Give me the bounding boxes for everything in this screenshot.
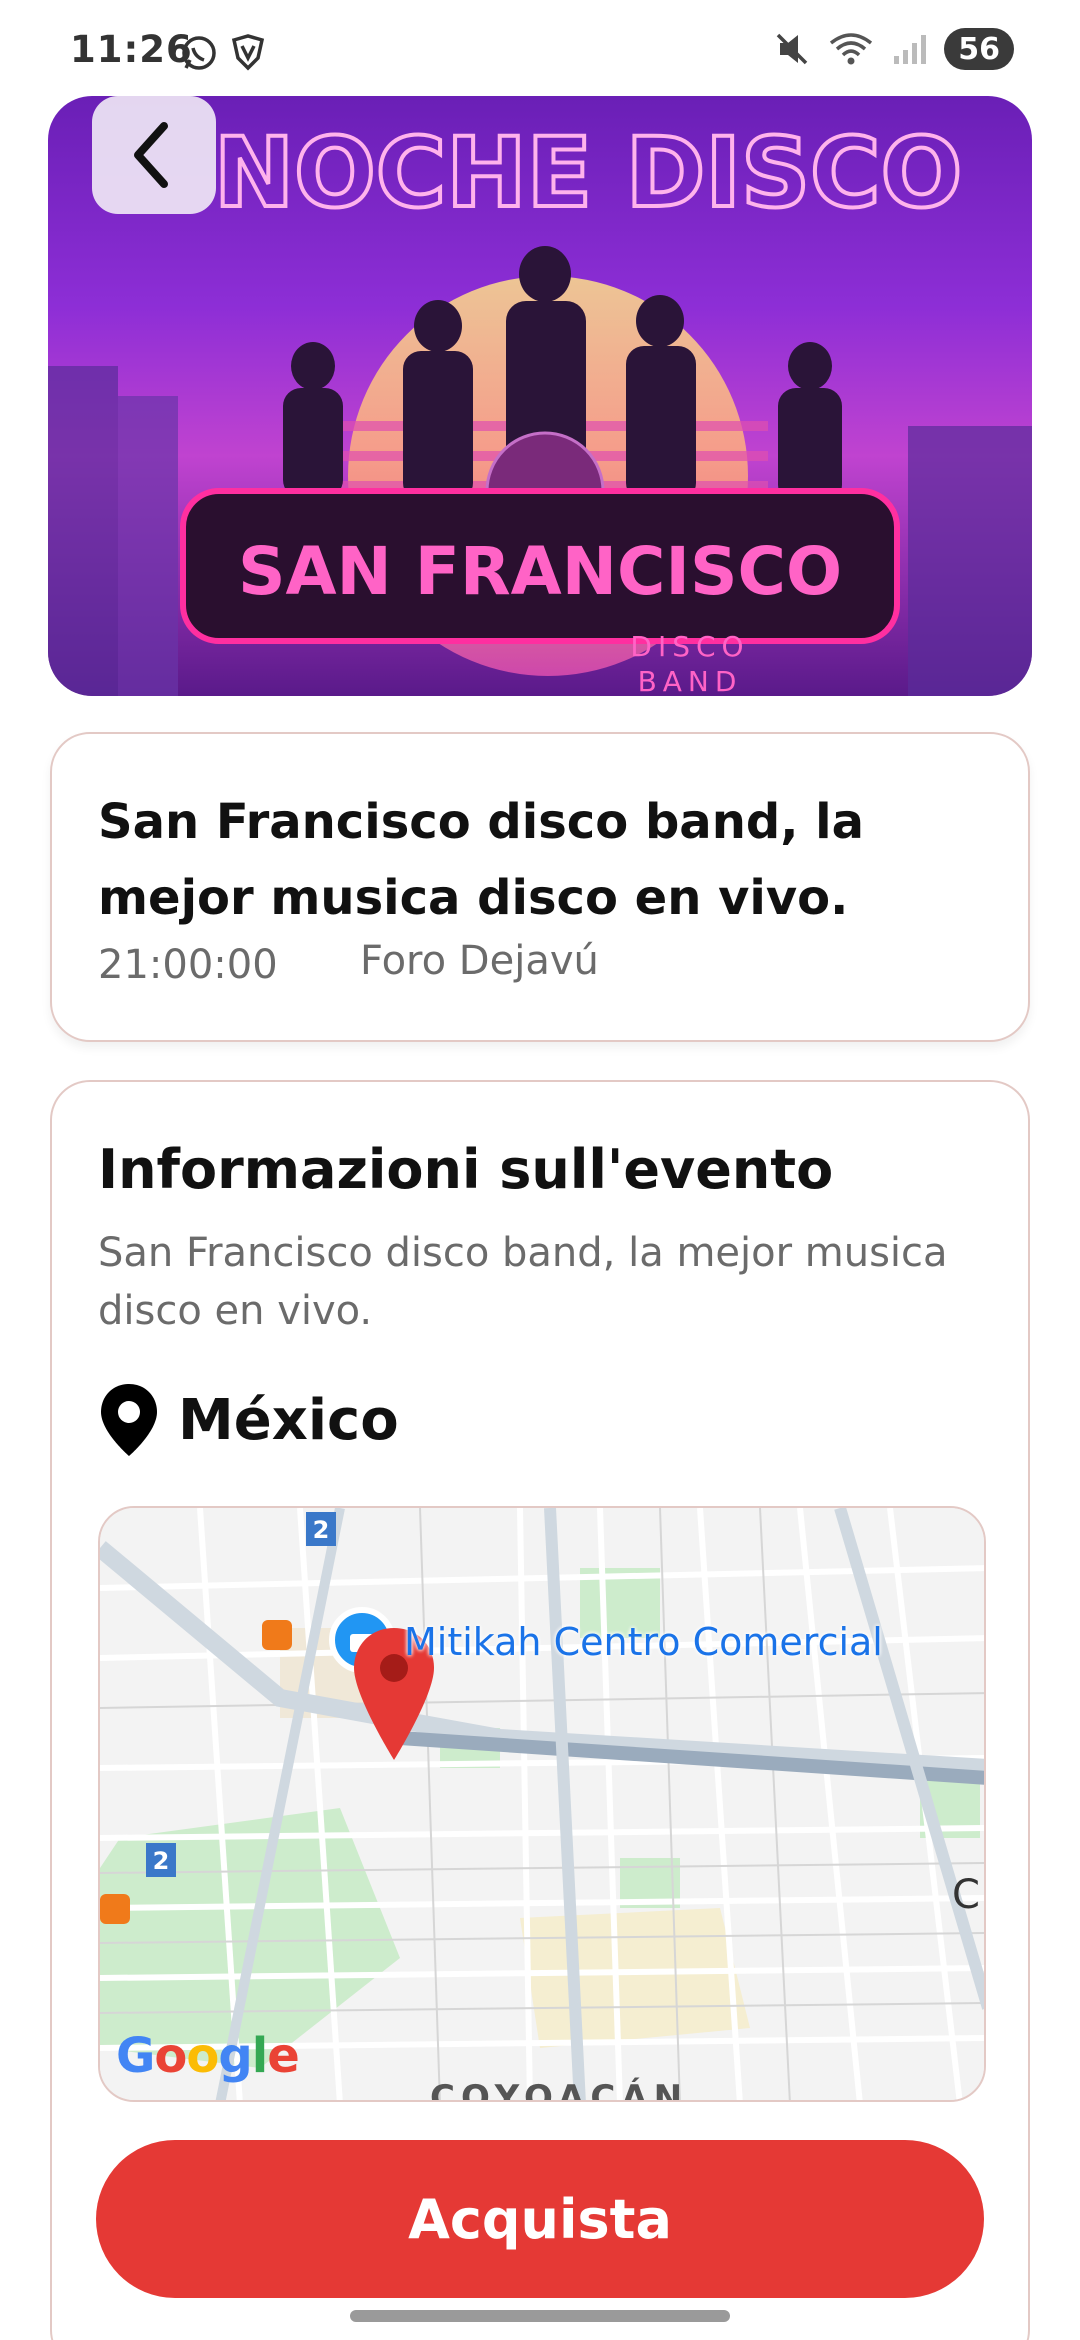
- map-district-label: COYOACÁN: [430, 2078, 689, 2102]
- metro-line-badge-2: 2: [153, 1847, 170, 1875]
- status-bar: 11:26 56: [0, 0, 1080, 96]
- banner-band-name: SAN FRANCISCO: [238, 533, 842, 610]
- location-row: México: [98, 1382, 399, 1458]
- banner-subtitle-1: DISCO: [630, 630, 749, 663]
- battery-icon: 56: [944, 28, 1014, 70]
- signal-icon: [894, 35, 927, 64]
- metro-station-icon: [262, 1620, 292, 1650]
- location-map[interactable]: 2 2 Mitikah Centro Comercial C COYOACÁN …: [98, 1506, 986, 2102]
- info-description: San Francisco disco band, la mejor music…: [98, 1230, 948, 1334]
- back-button[interactable]: [92, 96, 216, 214]
- wifi-icon: [830, 33, 873, 65]
- location-name: México: [178, 1387, 399, 1453]
- info-heading: Informazioni sull'evento: [98, 1138, 834, 1201]
- status-right-icons: 56: [774, 28, 1014, 70]
- buy-button-label: Acquista: [408, 2187, 672, 2251]
- mute-icon: [777, 33, 808, 65]
- status-time: 11:26: [70, 28, 193, 71]
- whatsapp-icon: [182, 36, 216, 70]
- event-venue: Foro Dejavú: [360, 938, 599, 984]
- metro-line-badge-1: 2: [313, 1516, 330, 1544]
- event-summary-card: San Francisco disco band, la mejor music…: [50, 732, 1030, 1042]
- banner-title: NOCHE DISCO: [214, 117, 962, 229]
- event-time: 21:00:00: [98, 942, 278, 988]
- chevron-left-icon: [134, 122, 168, 188]
- status-left-icons: [180, 34, 266, 72]
- map-tiles: 2 2: [100, 1508, 984, 2100]
- vpn-shield-icon: [231, 34, 265, 71]
- map-poi-label: Mitikah Centro Comercial: [404, 1620, 883, 1664]
- banner-subtitle-2: BAND: [638, 665, 743, 696]
- google-logo: Google: [116, 2028, 300, 2084]
- map-edge-label: C: [952, 1872, 980, 1918]
- event-title: San Francisco disco band, la mejor music…: [98, 794, 865, 926]
- buy-button[interactable]: Acquista: [96, 2140, 984, 2298]
- home-indicator[interactable]: [350, 2310, 730, 2322]
- metro-station-icon: [100, 1894, 130, 1924]
- location-pin-icon: [101, 1384, 157, 1456]
